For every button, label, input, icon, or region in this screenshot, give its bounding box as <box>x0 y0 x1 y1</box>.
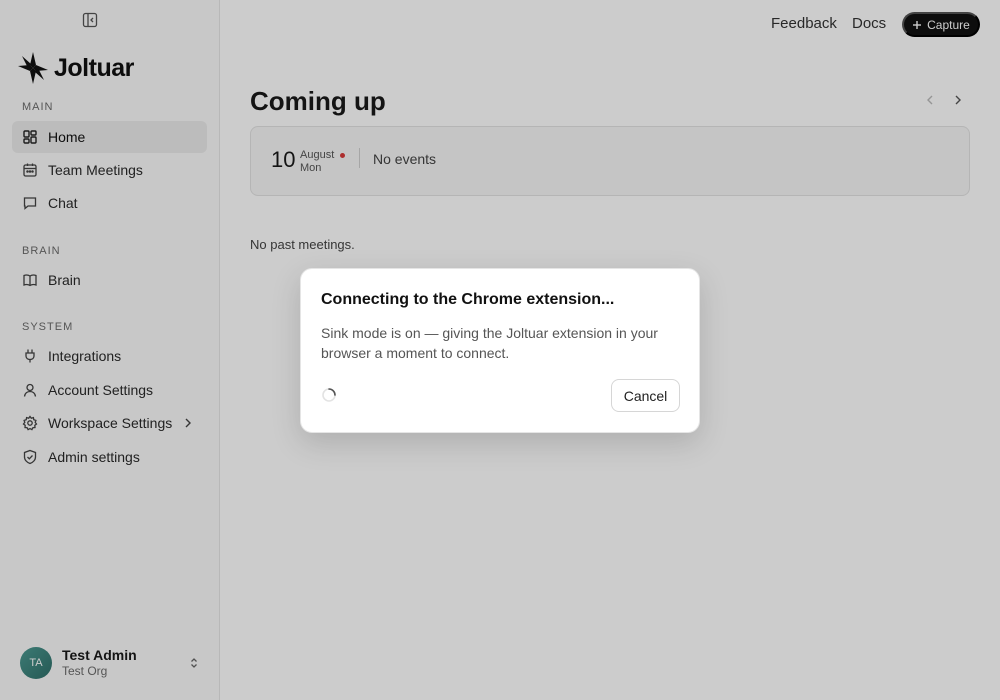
cancel-button[interactable]: Cancel <box>611 379 680 412</box>
dialog-title: Connecting to the Chrome extension... <box>321 291 615 308</box>
loading-spinner-icon <box>322 388 336 402</box>
dialog-description: Sink mode is on — giving the Joltuar ext… <box>321 325 658 361</box>
app: Joltuar MAIN Home Team Meetings Chat BRA… <box>0 0 1000 700</box>
connecting-dialog: Connecting to the Chrome extension... Si… <box>300 268 700 433</box>
